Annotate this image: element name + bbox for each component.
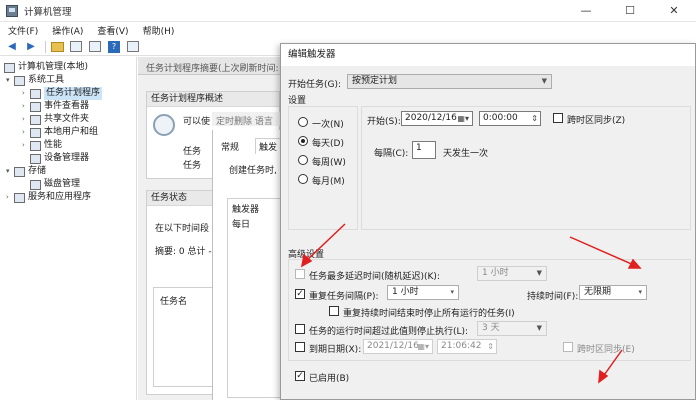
arrowhead-duration bbox=[627, 258, 642, 269]
arrow-to-duration bbox=[569, 236, 637, 267]
arrow-to-repeat bbox=[304, 223, 346, 263]
annotation-arrows bbox=[300, 223, 642, 384]
